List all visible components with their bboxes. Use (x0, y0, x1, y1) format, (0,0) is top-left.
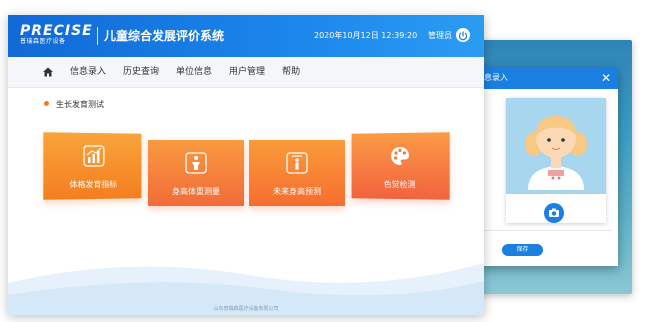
info-entry-dialog: 息录入 ✕ 保存 (478, 67, 618, 266)
nav-item-info-entry[interactable]: 信息录入 (70, 57, 106, 87)
app-header: PRECISE 普瑞森医疗设备 儿童综合发展评价系统 2020年10月12日 1… (8, 15, 484, 57)
nav-item-history[interactable]: 历史查询 (123, 57, 159, 87)
app-title: 儿童综合发展评价系统 (104, 27, 224, 45)
dialog-divider (484, 230, 612, 231)
camera-button[interactable] (544, 203, 564, 223)
card-future-height[interactable]: 未来身高预测 (249, 140, 345, 206)
child-avatar (506, 98, 606, 194)
header-divider (97, 27, 98, 45)
nav-bar: 信息录入 历史查询 单位信息 用户管理 帮助 (8, 57, 484, 88)
logo: PRECISE 普瑞森医疗设备 (20, 24, 96, 50)
height-icon (286, 152, 308, 174)
user-name[interactable]: 管理员 (428, 30, 452, 42)
save-button[interactable]: 保存 (502, 244, 543, 256)
section-label: 生长发育测试 (56, 100, 104, 109)
measure-icon (185, 152, 207, 174)
card-height-weight[interactable]: 身高体重测量 (148, 140, 244, 206)
dialog-header: 息录入 ✕ (478, 67, 618, 89)
section-title: 生长发育测试 (44, 99, 104, 110)
power-icon (456, 29, 470, 43)
datetime: 2020年10月12日 12:39:20 (314, 30, 417, 42)
camera-icon (544, 203, 564, 223)
nav-item-help[interactable]: 帮助 (282, 57, 300, 87)
palette-icon (389, 145, 411, 167)
home-icon[interactable] (42, 66, 54, 78)
card-label: 未来身高预测 (249, 186, 345, 197)
card-label: 体格发育指标 (43, 179, 141, 191)
photo-card (506, 98, 606, 223)
card-label: 身高体重测量 (148, 186, 244, 197)
logo-text: PRECISE (20, 24, 96, 38)
section-dot (44, 101, 49, 106)
card-label: 色觉检测 (352, 179, 450, 191)
nav-item-user-management[interactable]: 用户管理 (229, 57, 265, 87)
card-color-vision[interactable]: 色觉检测 (352, 132, 450, 200)
footer-text: 山东普瑞森医疗设备有限公司 (8, 305, 484, 312)
logo-subtext: 普瑞森医疗设备 (20, 38, 96, 46)
power-button[interactable] (456, 28, 470, 42)
main-window: PRECISE 普瑞森医疗设备 儿童综合发展评价系统 2020年10月12日 1… (8, 15, 484, 315)
dialog-title: 息录入 (484, 73, 508, 82)
close-icon[interactable]: ✕ (599, 67, 613, 89)
nav-item-unit-info[interactable]: 单位信息 (176, 57, 212, 87)
chart-icon (83, 145, 105, 167)
card-physical-indicators[interactable]: 体格发育指标 (43, 132, 141, 200)
